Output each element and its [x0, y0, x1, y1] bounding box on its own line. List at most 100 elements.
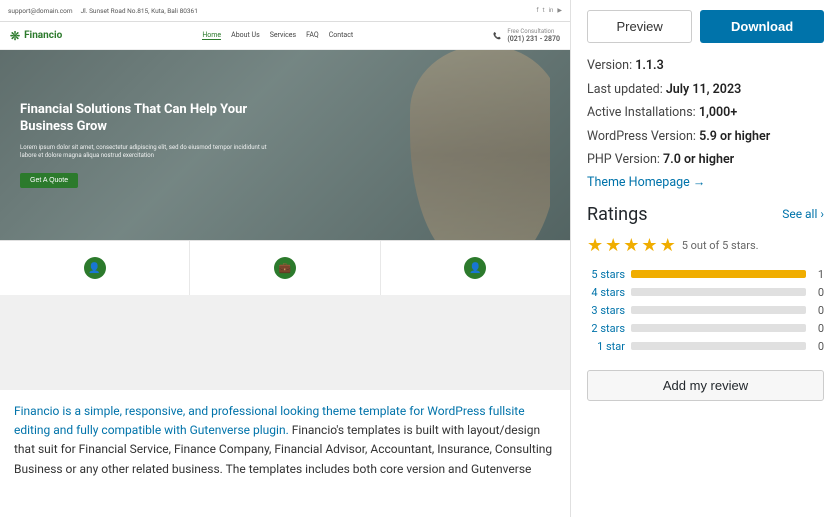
consultation-label: Free Consultation [507, 28, 560, 35]
meta-version: Version: 1.1.3 [587, 57, 824, 75]
facebook-icon: f [537, 7, 539, 14]
star-1: ★ [587, 235, 603, 256]
bar-count-1: 0 [812, 340, 824, 353]
feature-icon-1: 👤 [84, 257, 106, 279]
rating-bar-2: 2 stars 0 [587, 322, 824, 335]
nav-link-contact: Contact [329, 31, 353, 40]
twitter-icon: t [543, 7, 545, 14]
star-5: ★ [660, 235, 676, 256]
last-updated-value: July 11, 2023 [666, 82, 741, 97]
bar-count-5: 1 [812, 268, 824, 281]
theme-description: Financio is a simple, responsive, and pr… [0, 390, 570, 479]
theme-nav-right: 📞 Free Consultation (021) 231 - 2870 [493, 28, 560, 43]
phone-icon: 📞 [493, 32, 501, 40]
hero-title: Financial Solutions That Can Help Your B… [20, 102, 280, 136]
nav-consultation: Free Consultation (021) 231 - 2870 [507, 28, 560, 43]
bar-label-5: 5 stars [587, 268, 625, 281]
nav-phone: (021) 231 - 2870 [507, 35, 560, 43]
theme-homepage-link[interactable]: Theme Homepage → [587, 175, 705, 190]
meta-section: Version: 1.1.3 Last updated: July 11, 20… [587, 57, 824, 190]
version-label: Version: [587, 58, 632, 73]
right-panel: Preview Download Version: 1.1.3 Last upd… [570, 0, 840, 517]
theme-nav-links: Home About Us Services FAQ Contact [202, 31, 353, 40]
meta-last-updated: Last updated: July 11, 2023 [587, 81, 824, 99]
meta-active-installs: Active Installations: 1,000+ [587, 104, 824, 122]
nav-link-about: About Us [231, 31, 260, 40]
hero-content: Financial Solutions That Can Help Your B… [20, 102, 280, 188]
download-button[interactable]: Download [700, 10, 824, 43]
star-3: ★ [623, 235, 639, 256]
php-version-value: 7.0 or higher [663, 152, 734, 167]
fake-browser: support@domain.com Jl. Sunset Road No.81… [0, 0, 570, 390]
bar-count-3: 0 [812, 304, 824, 317]
logo-text: Financio [24, 30, 62, 41]
theme-preview: support@domain.com Jl. Sunset Road No.81… [0, 0, 570, 390]
rating-bar-3: 3 stars 0 [587, 304, 824, 317]
theme-logo: ❊ Financio [10, 29, 62, 43]
feature-item-2: 💼 [190, 241, 380, 295]
last-updated-label: Last updated: [587, 82, 663, 97]
feature-item-3: 👤 [381, 241, 570, 295]
bar-track-1 [631, 342, 806, 350]
left-panel: support@domain.com Jl. Sunset Road No.81… [0, 0, 570, 517]
feature-icon-2: 💼 [274, 257, 296, 279]
meta-wp-version: WordPress Version: 5.9 or higher [587, 128, 824, 146]
nav-link-home: Home [202, 31, 221, 40]
theme-header-left: support@domain.com Jl. Sunset Road No.81… [8, 7, 198, 15]
hero-person-shape [410, 50, 550, 240]
theme-features-row: 👤 💼 👤 [0, 240, 570, 295]
theme-header-bar: support@domain.com Jl. Sunset Road No.81… [0, 0, 570, 22]
bar-count-2: 0 [812, 322, 824, 335]
ratings-section: Ratings See all › ★ ★ ★ ★ ★ 5 out of 5 s… [587, 204, 824, 401]
feature-icon-3: 👤 [464, 257, 486, 279]
preview-button[interactable]: Preview [587, 10, 692, 43]
bar-label-3: 3 stars [587, 304, 625, 317]
header-address: Jl. Sunset Road No.815, Kuta, Bali 80361 [81, 7, 198, 15]
active-installs-label: Active Installations: [587, 105, 696, 120]
bar-track-5 [631, 270, 806, 278]
rating-bars: 5 stars 1 4 stars 0 3 stars [587, 268, 824, 353]
theme-homepage-row: Theme Homepage → [587, 175, 824, 190]
bar-count-4: 0 [812, 286, 824, 299]
active-installs-value: 1,000+ [699, 105, 737, 120]
star-4: ★ [641, 235, 657, 256]
main-layout: support@domain.com Jl. Sunset Road No.81… [0, 0, 840, 517]
ratings-title: Ratings [587, 204, 648, 225]
action-buttons: Preview Download [587, 10, 824, 43]
bar-track-4 [631, 288, 806, 296]
hero-desc: Lorem ipsum dolor sit amet, consectetur … [20, 144, 280, 161]
see-all-text: See all [782, 207, 817, 221]
hero-cta-button[interactable]: Get A Quote [20, 173, 78, 188]
stars-summary: ★ ★ ★ ★ ★ 5 out of 5 stars. [587, 235, 824, 256]
bar-track-2 [631, 324, 806, 332]
logo-icon: ❊ [10, 29, 20, 43]
rating-bar-5: 5 stars 1 [587, 268, 824, 281]
instagram-icon: in [549, 7, 554, 14]
see-all-arrow: › [820, 207, 824, 221]
nav-link-services: Services [270, 31, 296, 40]
add-review-button[interactable]: Add my review [587, 370, 824, 401]
rating-bar-1: 1 star 0 [587, 340, 824, 353]
bar-fill-5 [631, 270, 806, 278]
ratings-header: Ratings See all › [587, 204, 824, 225]
youtube-icon: ▶ [557, 7, 562, 14]
theme-hero: Financial Solutions That Can Help Your B… [0, 50, 570, 240]
bar-track-3 [631, 306, 806, 314]
version-value: 1.1.3 [635, 58, 664, 73]
stars-row: ★ ★ ★ ★ ★ [587, 235, 676, 256]
wp-version-value: 5.9 or higher [699, 129, 770, 144]
see-all-link[interactable]: See all › [782, 207, 824, 221]
php-version-label: PHP Version: [587, 152, 660, 167]
social-icons: f t in ▶ [537, 7, 562, 14]
star-2: ★ [605, 235, 621, 256]
bar-label-2: 2 stars [587, 322, 625, 335]
star-count-text: 5 out of 5 stars. [682, 239, 759, 252]
header-email: support@domain.com [8, 7, 73, 15]
bar-label-1: 1 star [587, 340, 625, 353]
description-text: Financio is a simple, responsive, and pr… [14, 404, 552, 476]
theme-nav: ❊ Financio Home About Us Services FAQ Co… [0, 22, 570, 50]
bar-label-4: 4 stars [587, 286, 625, 299]
meta-php-version: PHP Version: 7.0 or higher [587, 151, 824, 169]
feature-item-1: 👤 [0, 241, 190, 295]
wp-version-label: WordPress Version: [587, 129, 696, 144]
